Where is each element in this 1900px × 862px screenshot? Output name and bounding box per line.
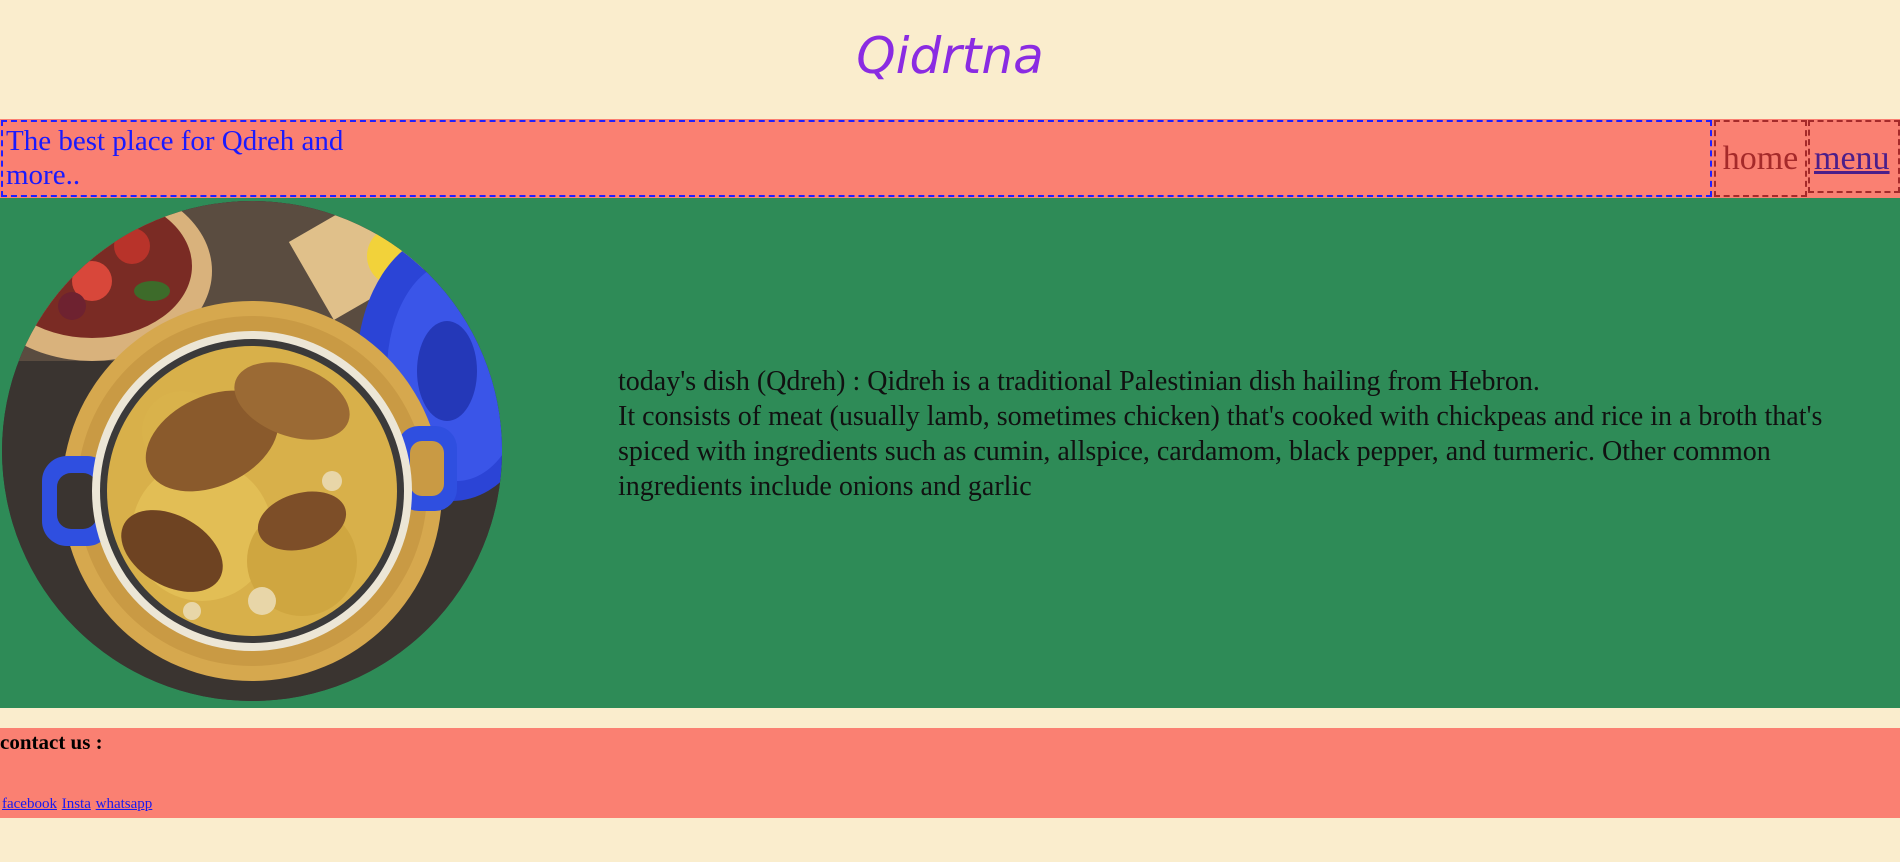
site-title: Qidrtna <box>856 27 1044 85</box>
nav-menu-link[interactable]: menu <box>1808 120 1900 193</box>
top-bar: The best place for Qdreh and more.. home… <box>0 119 1900 198</box>
dish-description-line: It consists of meat (usually lamb, somet… <box>618 401 1823 467</box>
qidreh-dish-photo <box>2 201 502 701</box>
dish-description-line: today's dish (Qdreh) : Qidreh is a tradi… <box>618 366 1540 397</box>
tagline-box: The best place for Qdreh and more.. <box>1 120 1712 197</box>
tagline: The best place for Qdreh and more.. <box>6 125 344 191</box>
insta-link[interactable]: Insta <box>62 796 91 812</box>
nav-home[interactable]: home <box>1714 120 1807 197</box>
dish-description: today's dish (Qdreh) : Qidreh is a tradi… <box>618 364 1888 504</box>
dish-image-icon <box>2 201 502 701</box>
footer-contact: contact us : facebook Insta whatsapp <box>0 728 1900 818</box>
whatsapp-link[interactable]: whatsapp <box>96 796 153 812</box>
facebook-link[interactable]: facebook <box>2 796 57 812</box>
contact-heading: contact us : <box>0 730 103 754</box>
dish-description-line: ingredients include onions and garlic <box>618 471 1032 502</box>
hero-section: today's dish (Qdreh) : Qidreh is a tradi… <box>0 198 1900 708</box>
social-links: facebook Insta whatsapp <box>2 795 153 813</box>
